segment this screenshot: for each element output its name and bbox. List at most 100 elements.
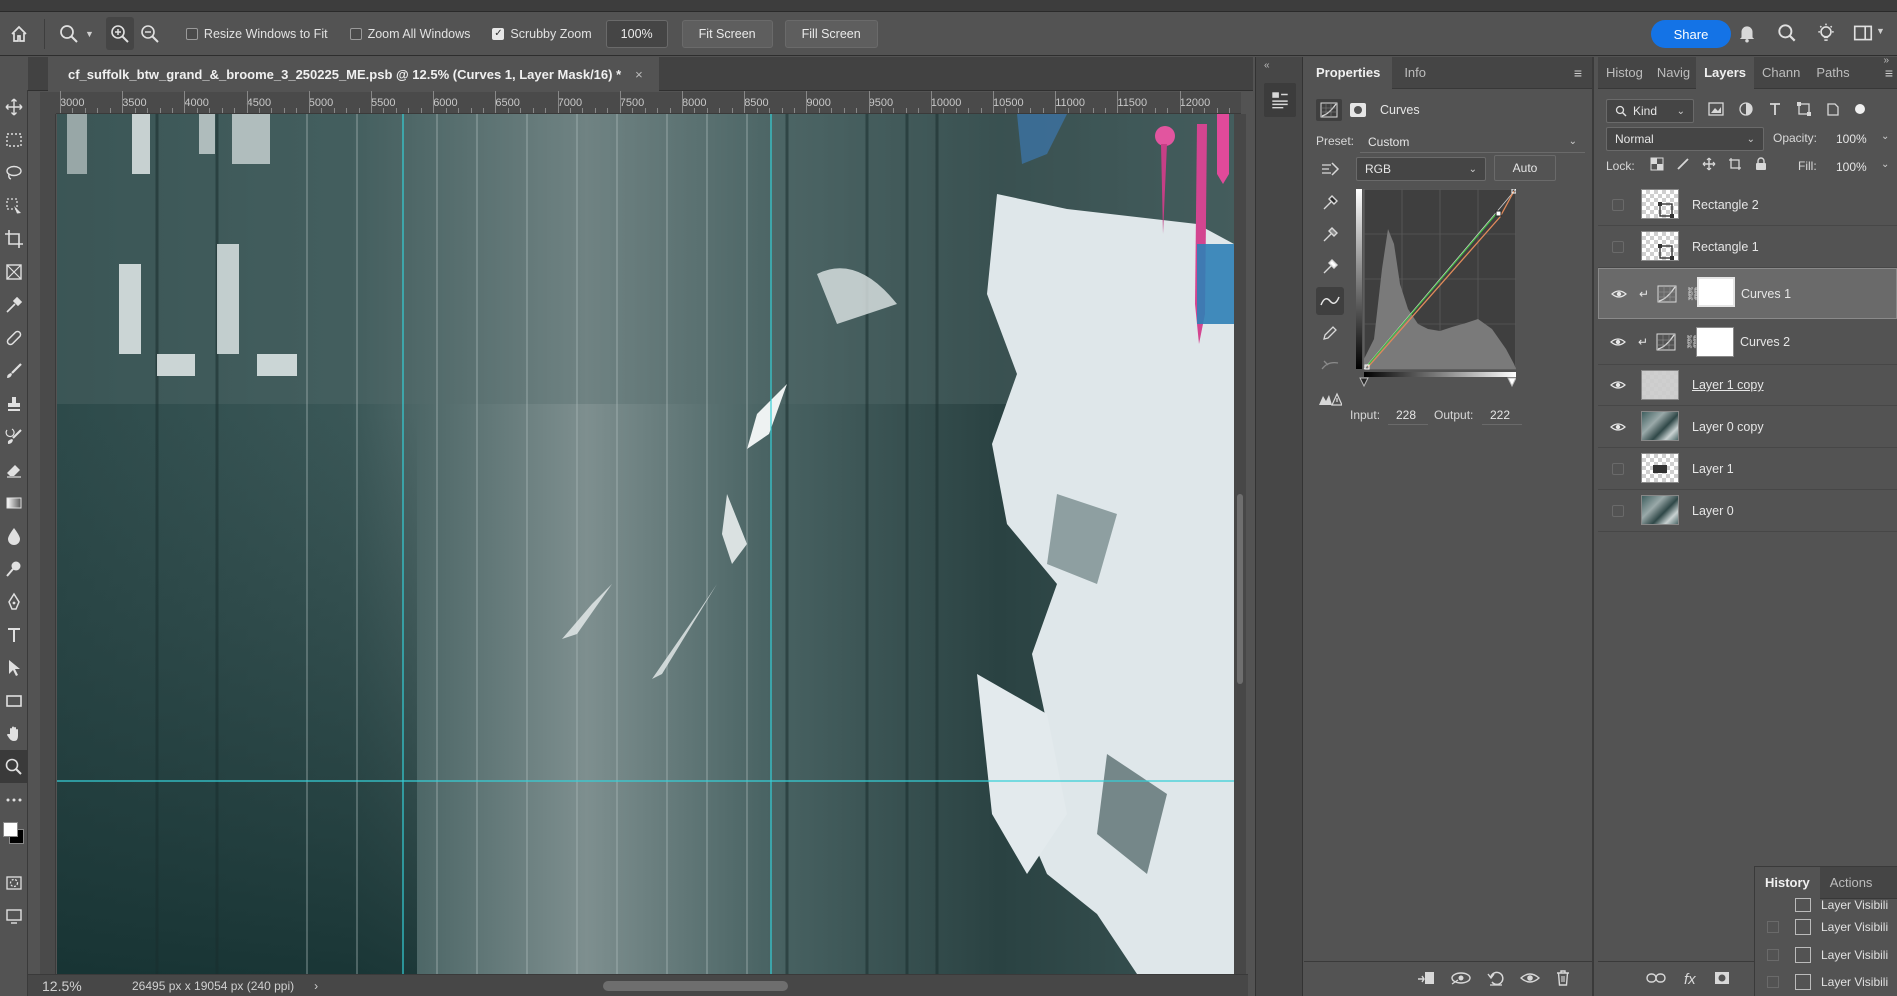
eyedropper-tool-icon[interactable] <box>0 288 28 321</box>
home-icon[interactable] <box>2 17 36 50</box>
snapshot-checkbox[interactable] <box>1767 976 1779 988</box>
workspace-icon[interactable] <box>1852 22 1874 47</box>
layer-row[interactable]: Rectangle 2 <box>1598 184 1897 226</box>
horizontal-scroll-thumb[interactable] <box>603 981 788 991</box>
visibility-toggle-off[interactable] <box>1612 198 1624 211</box>
foreground-color-swatch[interactable] <box>3 822 18 837</box>
eye-icon[interactable] <box>1610 377 1626 393</box>
layer-row[interactable]: Rectangle 1 <box>1598 226 1897 268</box>
layer-row[interactable]: ↵ ⛓ Curves 2 <box>1598 319 1897 365</box>
reset-icon[interactable] <box>1486 969 1506 990</box>
gray-point-eyedropper-icon[interactable] <box>1316 221 1344 249</box>
layer-row[interactable]: Layer 1 copy <box>1598 365 1897 406</box>
lock-artboard-icon[interactable] <box>1728 157 1742 174</box>
layer-row[interactable]: Layer 0 copy <box>1598 406 1897 448</box>
gradient-tool-icon[interactable] <box>0 486 28 519</box>
delete-adjustment-icon[interactable] <box>1554 969 1572 990</box>
collapse-arrows-icon[interactable]: « <box>1264 60 1270 71</box>
type-tool-icon[interactable] <box>0 618 28 651</box>
lock-transparent-icon[interactable] <box>1650 157 1664 174</box>
curves-adjustment-icon[interactable] <box>1316 99 1342 121</box>
brush-tool-icon[interactable] <box>0 354 28 387</box>
layer-row-selected[interactable]: ↵ ⛓ Curves 1 <box>1598 268 1897 319</box>
filter-shape-icon[interactable] <box>1796 101 1812 120</box>
vertical-scrollbar[interactable] <box>1234 114 1246 974</box>
color-swatches[interactable] <box>0 816 28 866</box>
eye-icon[interactable] <box>1610 419 1626 435</box>
curve-point-tool-icon[interactable] <box>1316 287 1344 315</box>
tab-properties[interactable]: Properties <box>1304 56 1393 89</box>
rectangle-tool-icon[interactable] <box>0 684 28 717</box>
visibility-toggle-off[interactable] <box>1612 504 1624 517</box>
tab-info[interactable]: Info <box>1392 57 1438 89</box>
search-icon[interactable] <box>1776 22 1798 47</box>
vertical-ruler[interactable] <box>40 114 56 974</box>
layer-filter-dropdown[interactable]: Kind ⌄ <box>1606 99 1694 123</box>
document-canvas[interactable] <box>57 114 1234 974</box>
filter-smart-object-icon[interactable] <box>1826 101 1840 120</box>
visibility-toggle-off[interactable] <box>1612 462 1624 475</box>
black-point-eyedropper-icon[interactable] <box>1316 189 1344 217</box>
lock-pixels-icon[interactable] <box>1676 157 1690 174</box>
white-point-eyedropper-icon[interactable] <box>1316 253 1344 281</box>
add-mask-icon[interactable] <box>1714 971 1730 988</box>
screen-mode-icon[interactable] <box>0 899 28 932</box>
filter-adjustment-icon[interactable] <box>1738 101 1754 120</box>
layer-row[interactable]: Layer 0 <box>1598 490 1897 532</box>
layer-effects-icon[interactable]: fx <box>1684 971 1696 988</box>
pencil-draw-icon[interactable] <box>1316 319 1344 347</box>
layer-name[interactable]: Layer 0 copy <box>1692 420 1764 434</box>
fit-screen-button[interactable]: Fit Screen <box>681 19 773 48</box>
horizontal-ruler[interactable]: 3000 3500 4000 4500 5000 5500 6000 6500 7000 7500… <box>56 91 1241 114</box>
pen-tool-icon[interactable] <box>0 585 28 618</box>
clip-to-layer-icon[interactable] <box>1416 969 1436 990</box>
layer-mask-thumbnail[interactable] <box>1696 327 1734 357</box>
curves-graph[interactable] <box>1356 189 1516 389</box>
layer-name[interactable]: Layer 1 copy <box>1692 378 1764 392</box>
visibility-toggle-off[interactable] <box>1612 240 1624 253</box>
filter-type-icon[interactable] <box>1768 102 1782 119</box>
lasso-tool-icon[interactable] <box>0 156 28 189</box>
output-value-field[interactable]: 222 <box>1482 405 1522 425</box>
bell-icon[interactable] <box>1736 22 1758 47</box>
zoom-all-windows-checkbox[interactable]: Zoom All Windows <box>349 27 470 41</box>
properties-dock-icon[interactable] <box>1264 83 1296 117</box>
layer-row[interactable]: Layer 1 <box>1598 448 1897 490</box>
filter-pixel-icon[interactable] <box>1708 102 1724 119</box>
target-adjustment-icon[interactable] <box>1316 155 1344 183</box>
hand-tool-icon[interactable] <box>0 717 28 750</box>
document-tab[interactable]: cf_suffolk_btw_grand_&_broome_3_250225_M… <box>48 57 659 91</box>
panel-menu-icon[interactable]: ≡ <box>1574 65 1582 81</box>
toggle-visibility-icon[interactable] <box>1519 969 1541 990</box>
layer-mask-thumbnail[interactable] <box>1697 277 1735 307</box>
fill-screen-button[interactable]: Fill Screen <box>784 19 878 48</box>
close-tab-icon[interactable]: × <box>635 67 643 82</box>
zoom-level[interactable]: 12.5% <box>42 978 112 994</box>
dodge-tool-icon[interactable] <box>0 552 28 585</box>
clipping-warning-icon[interactable] <box>1316 385 1344 413</box>
opacity-field[interactable]: 100% <box>1832 127 1880 151</box>
resize-windows-checkbox[interactable]: Resize Windows to Fit <box>185 27 328 41</box>
blend-mode-dropdown[interactable]: Normal ⌄ <box>1606 127 1764 151</box>
zoom-tool-icon[interactable] <box>53 17 85 50</box>
zoom-percent-field[interactable]: 100% <box>605 19 668 48</box>
learn-lightbulb-icon[interactable] <box>1815 22 1837 47</box>
lock-all-icon[interactable] <box>1754 157 1768 174</box>
chevron-down-icon[interactable]: ⌄ <box>1881 159 1889 170</box>
zoom-out-icon[interactable] <box>134 17 166 50</box>
object-selection-icon[interactable] <box>0 189 28 222</box>
healing-brush-icon[interactable] <box>0 321 28 354</box>
layer-mask-icon[interactable] <box>1346 99 1370 121</box>
layer-name[interactable]: Layer 0 <box>1692 504 1734 518</box>
tab-paths[interactable]: Paths <box>1808 57 1857 89</box>
share-button[interactable]: Share <box>1651 20 1731 48</box>
preset-dropdown[interactable]: Custom ⌄ <box>1360 131 1585 153</box>
history-item[interactable]: Layer Visibili <box>1755 941 1897 969</box>
view-previous-state-icon[interactable] <box>1450 969 1472 990</box>
layer-name[interactable]: Layer 1 <box>1692 462 1734 476</box>
link-layers-icon[interactable] <box>1646 971 1666 988</box>
channel-dropdown[interactable]: RGB ⌄ <box>1356 157 1486 181</box>
snapshot-checkbox[interactable] <box>1767 921 1779 933</box>
history-item[interactable]: Layer Visibili <box>1755 969 1897 995</box>
history-item[interactable]: Layer Visibili <box>1755 897 1897 913</box>
